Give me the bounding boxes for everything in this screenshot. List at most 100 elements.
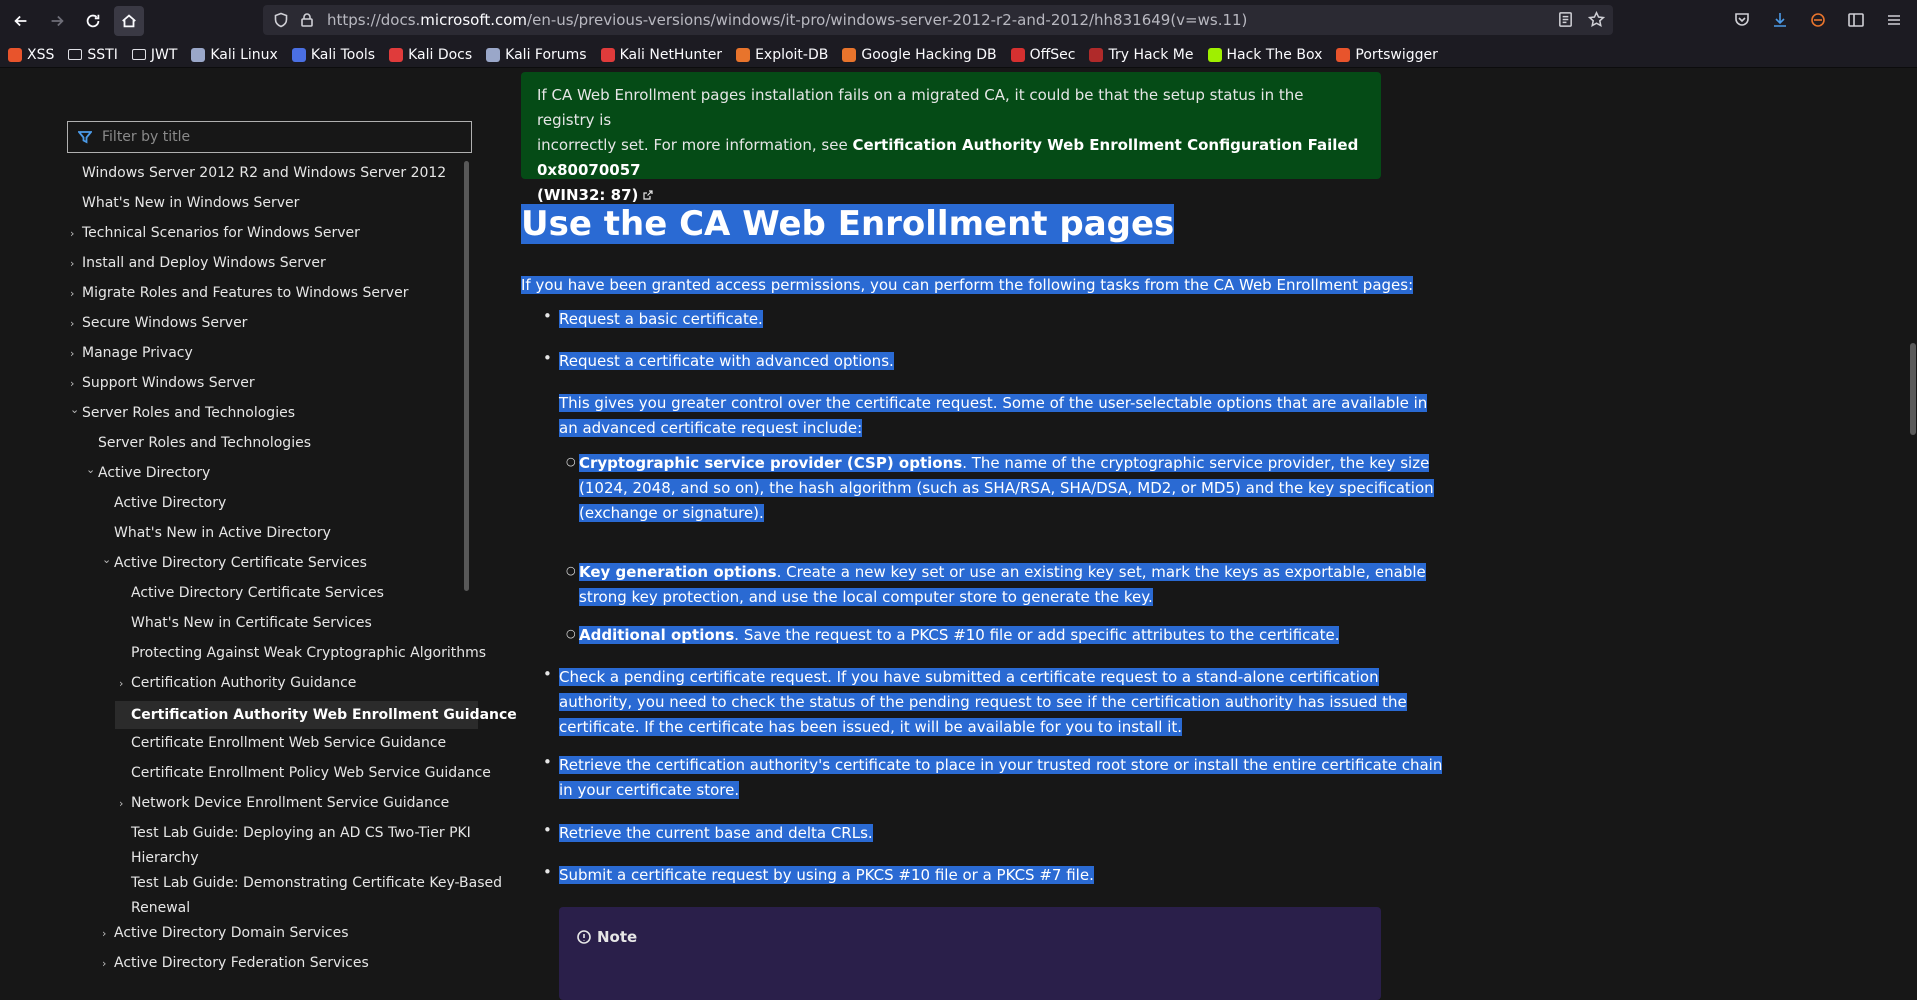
toc-item-label: Windows Server 2012 R2 and Windows Serve… xyxy=(82,165,447,181)
chevron-down-icon[interactable]: ⌄ xyxy=(86,457,96,482)
kali-icon xyxy=(191,47,206,62)
toc-item[interactable]: What's New in Certificate Services xyxy=(131,611,372,636)
bookmark-kali-forums[interactable]: Kali Forums xyxy=(486,47,587,63)
toc-item[interactable]: Protecting Against Weak Cryptographic Al… xyxy=(131,641,486,666)
bookmark-xss[interactable]: XSS xyxy=(8,47,54,63)
sidebar-icon[interactable] xyxy=(1847,11,1865,29)
chevron-right-icon[interactable]: › xyxy=(102,921,112,946)
chevron-right-icon[interactable]: › xyxy=(70,281,80,306)
bookmark-kali-tools[interactable]: Kali Tools xyxy=(291,47,375,63)
alert-text-line-2: incorrectly set. For more information, s… xyxy=(537,133,1365,183)
toc-item[interactable]: Active Directory Certificate Services xyxy=(131,581,384,606)
bookmark-jwt[interactable]: JWT xyxy=(131,47,177,63)
chevron-right-icon[interactable]: › xyxy=(70,221,80,246)
back-button[interactable] xyxy=(6,6,36,36)
intro-paragraph: If you have been granted access permissi… xyxy=(521,273,1414,298)
extension-icon[interactable] xyxy=(1809,11,1827,29)
chevron-right-icon[interactable]: › xyxy=(119,791,129,816)
bookmark-label: OffSec xyxy=(1029,46,1076,63)
toc-item[interactable]: › Support Windows Server xyxy=(70,371,255,396)
bookmark-label: XSS xyxy=(27,46,55,63)
toc-item[interactable]: › Install and Deploy Windows Server xyxy=(70,251,326,276)
bookmark-offsec[interactable]: OffSec xyxy=(1010,46,1076,63)
bullet-dot: • xyxy=(543,821,552,839)
list-item-text: certificate. If the certificate has been… xyxy=(559,718,1183,736)
toc-item[interactable]: › Active Directory Domain Services xyxy=(102,921,349,946)
bookmark-label: SSTI xyxy=(87,46,118,63)
list-item-paragraph: This gives you greater control over the … xyxy=(559,391,1428,441)
toc-item[interactable]: What's New in Windows Server xyxy=(82,191,299,216)
bookmark-label: Kali Docs xyxy=(408,46,473,63)
filter-input[interactable]: Filter by title xyxy=(67,121,472,153)
toc-item[interactable]: › Active Directory Federation Services xyxy=(102,951,369,976)
toc-item[interactable]: Certification Authority Web Enrollment G… xyxy=(115,701,517,729)
toc-item[interactable]: › Migrate Roles and Features to Windows S… xyxy=(70,281,408,306)
toc-item[interactable]: › Secure Windows Server xyxy=(70,311,248,336)
pocket-icon[interactable] xyxy=(1733,11,1751,29)
sub-item-text: strong key protection, and use the local… xyxy=(579,588,1153,606)
bookmark-portswigger[interactable]: Portswigger xyxy=(1336,47,1438,63)
bookmark-label: Google Hacking DB xyxy=(861,46,997,63)
toc-item[interactable]: Server Roles and Technologies xyxy=(98,431,311,456)
toc-item-label: What's New in Active Directory xyxy=(114,525,331,541)
toc-item[interactable]: ⌄ Active Directory xyxy=(86,461,210,486)
toc-item[interactable]: Windows Server 2012 R2 and Windows Serve… xyxy=(82,161,446,186)
toc-item-label: Certificate Enrollment Policy Web Servic… xyxy=(131,765,491,781)
url-bar[interactable]: https://docs.microsoft.com/en-us/previou… xyxy=(263,5,1613,35)
tracking-protection-icon[interactable] xyxy=(273,12,289,28)
forward-button[interactable] xyxy=(42,6,72,36)
chevron-right-icon[interactable]: › xyxy=(70,311,80,336)
bookmark-kali-linux[interactable]: Kali Linux xyxy=(191,47,278,63)
bookmark-kali-nethunter[interactable]: Kali NetHunter xyxy=(600,47,722,63)
chevron-right-icon[interactable]: › xyxy=(70,371,80,396)
toc-item[interactable]: Test Lab Guide: Deploying an AD CS Two-T… xyxy=(131,821,471,871)
portswigger-icon xyxy=(1336,47,1351,62)
kali-tools-icon xyxy=(291,47,306,62)
chevron-right-icon[interactable]: › xyxy=(102,951,112,976)
home-icon xyxy=(122,14,136,28)
chevron-right-icon[interactable]: › xyxy=(119,671,129,696)
page-scrollbar[interactable] xyxy=(1910,343,1916,435)
sub-item-title: Additional options xyxy=(579,626,735,644)
toc-item[interactable]: › Certification Authority Guidance xyxy=(119,671,356,696)
bookmark-star-icon[interactable] xyxy=(1588,11,1605,28)
bookmark-hackthebox[interactable]: Hack The Box xyxy=(1207,47,1322,63)
list-item: Submit a certificate request by using a … xyxy=(559,863,1094,888)
chevron-right-icon[interactable]: › xyxy=(70,251,80,276)
bookmark-ssti[interactable]: SSTI xyxy=(68,46,118,63)
toc-item[interactable]: › Technical Scenarios for Windows Server xyxy=(70,221,360,246)
toc-item[interactable]: Test Lab Guide: Demonstrating Certificat… xyxy=(131,871,502,921)
toc-item-label: Active Directory xyxy=(114,495,227,511)
bookmarks-bar: XSS SSTI JWT Kali Linux Kali Tools Kali … xyxy=(0,42,1917,68)
toc-item[interactable]: ⌄ Server Roles and Technologies xyxy=(70,401,295,426)
url-text[interactable]: https://docs.microsoft.com/en-us/previou… xyxy=(327,11,1247,29)
toc-item[interactable]: Certificate Enrollment Web Service Guida… xyxy=(131,731,446,756)
toc-scrollbar[interactable] xyxy=(464,161,469,591)
toc-item-label: Secure Windows Server xyxy=(82,315,248,331)
home-button[interactable] xyxy=(114,6,144,36)
bookmark-tryhackme[interactable]: Try Hack Me xyxy=(1089,47,1194,63)
sub-item-text: (1024, 2048, and so on), the hash algori… xyxy=(579,479,1434,497)
toc-item[interactable]: Certificate Enrollment Policy Web Servic… xyxy=(131,761,491,786)
sub-bullet-circle: ○ xyxy=(566,627,576,640)
reader-view-icon[interactable] xyxy=(1557,11,1574,28)
menu-icon[interactable] xyxy=(1885,11,1903,29)
toc-item[interactable]: › Network Device Enrollment Service Guida… xyxy=(119,791,450,816)
bookmark-kali-docs[interactable]: Kali Docs xyxy=(389,47,472,63)
chevron-right-icon[interactable]: › xyxy=(70,341,80,366)
chevron-down-icon[interactable]: ⌄ xyxy=(70,397,80,422)
toc-item[interactable]: Active Directory xyxy=(114,491,226,516)
nethunter-icon xyxy=(600,47,615,62)
reload-button[interactable] xyxy=(78,6,108,36)
toc-item[interactable]: › Manage Privacy xyxy=(70,341,193,366)
bookmark-exploit-db[interactable]: Exploit-DB xyxy=(736,47,828,63)
bookmark-ghdb[interactable]: Google Hacking DB xyxy=(842,46,997,63)
list-item: Request a certificate with advanced opti… xyxy=(559,349,894,374)
toc-item-label: Test Lab Guide: Demonstrating Certificat… xyxy=(131,875,503,891)
downloads-icon[interactable] xyxy=(1771,11,1789,29)
chevron-down-icon[interactable]: ⌄ xyxy=(102,547,112,572)
toc-item[interactable]: What's New in Active Directory xyxy=(114,521,331,546)
toc-item[interactable]: ⌄ Active Directory Certificate Services xyxy=(102,551,367,576)
toc-item-label: Network Device Enrollment Service Guidan… xyxy=(131,795,450,811)
lock-icon[interactable] xyxy=(299,12,315,28)
